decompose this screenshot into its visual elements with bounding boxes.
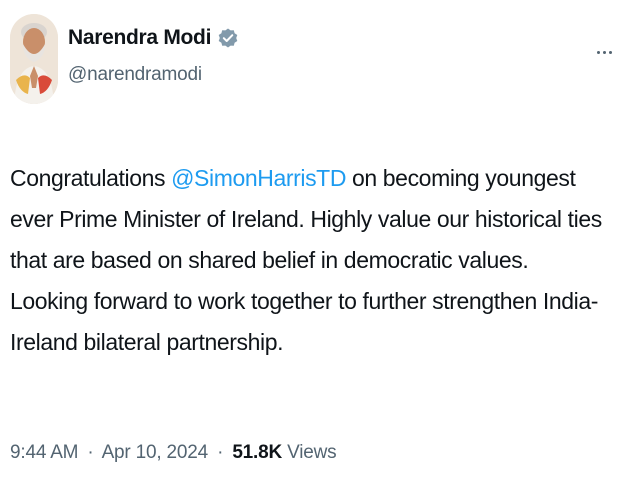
avatar[interactable] (10, 14, 58, 104)
author-name-row: Narendra Modi (68, 26, 239, 50)
tweet-time[interactable]: 9:44 AM (10, 442, 79, 463)
tweet-header: Narendra Modi @narendramodi (10, 12, 630, 104)
verified-badge-icon (217, 27, 239, 49)
meta-separator: · (217, 442, 224, 463)
author-handle[interactable]: @narendramodi (68, 64, 202, 86)
tweet-card: Narendra Modi @narendramodi Congratulati… (0, 0, 640, 480)
tweet-text: Congratulations @SimonHarrisTD on becomi… (10, 158, 610, 363)
mention-link[interactable]: @SimonHarrisTD (171, 165, 346, 191)
tweet-text-before: Congratulations (10, 165, 172, 191)
tweet-text-after: on becoming youngest ever Prime Minister… (10, 165, 602, 355)
meta-separator: · (87, 442, 94, 463)
tweet-date[interactable]: Apr 10, 2024 (102, 442, 209, 463)
author-name[interactable]: Narendra Modi (68, 26, 211, 50)
more-horizontal-icon[interactable] (592, 42, 616, 62)
views-label: Views (287, 442, 337, 463)
views-count[interactable]: 51.8K (232, 442, 282, 463)
tweet-meta: 9:44 AM · Apr 10, 2024 · 51.8K Views (10, 442, 337, 464)
